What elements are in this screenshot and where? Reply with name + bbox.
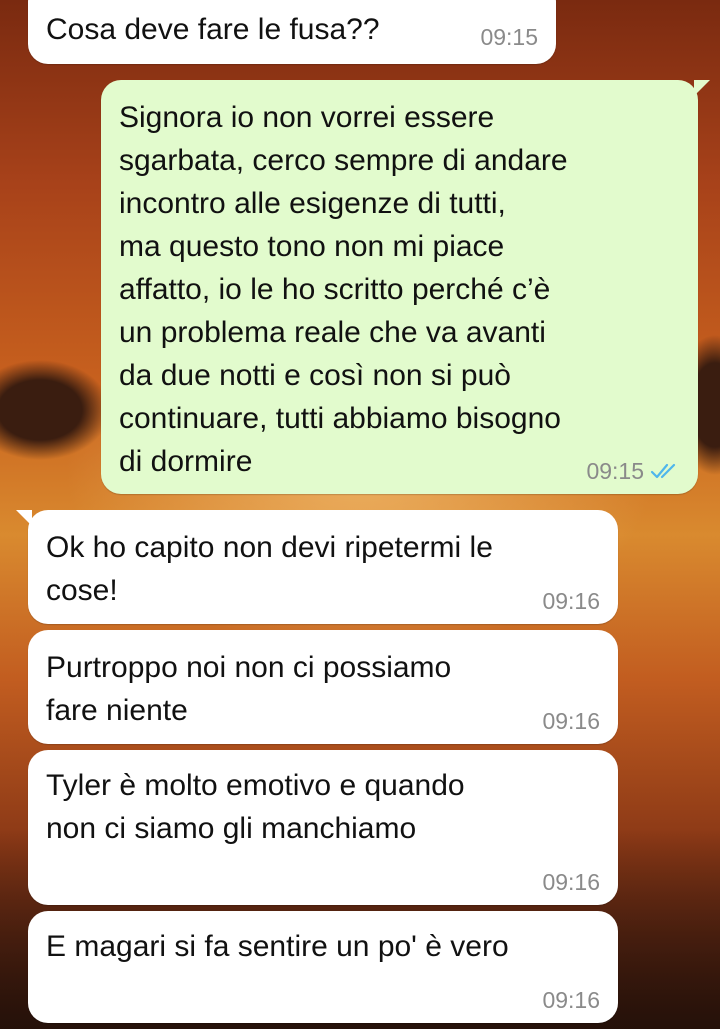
message-meta: 09:16 (542, 588, 600, 614)
message-time: 09:16 (542, 869, 600, 895)
message-text: Tyler è molto emotivo e quando non ci si… (46, 769, 465, 845)
message-bubble-incoming[interactable]: Ok ho capito non devi ripetermi le cose!… (16, 510, 618, 624)
message-bubble-incoming[interactable]: E magari si fa sentire un po' è vero 09:… (28, 911, 618, 1023)
message-time: 09:15 (480, 24, 538, 50)
message-time: 09:16 (542, 987, 600, 1013)
message-bubble-incoming[interactable]: Tyler è molto emotivo e quando non ci si… (28, 750, 618, 905)
message-meta: 09:16 (542, 987, 600, 1013)
message-text: Cosa deve fare le fusa?? (46, 13, 380, 46)
message-time: 09:16 (542, 708, 600, 734)
message-list[interactable]: Cosa deve fare le fusa?? 09:15 Signora i… (0, 0, 720, 1029)
message-text: Ok ho capito non devi ripetermi le cose! (46, 531, 493, 607)
message-time: 09:15 (586, 458, 644, 484)
message-bubble-outgoing[interactable]: Signora io non vorrei essere sgarbata, c… (101, 80, 710, 494)
double-check-read-icon (650, 463, 676, 479)
message-meta: 09:15 (586, 458, 680, 484)
message-meta: 09:15 (480, 24, 538, 50)
message-text: Purtroppo noi non ci possiamo fare nient… (46, 651, 452, 727)
bubble-tail (694, 80, 710, 96)
message-time: 09:16 (542, 588, 600, 614)
message-text: Signora io non vorrei essere sgarbata, c… (119, 101, 568, 478)
message-text: E magari si fa sentire un po' è vero (46, 930, 509, 963)
message-meta: 09:16 (542, 708, 600, 734)
bubble-tail (16, 510, 32, 526)
message-bubble-incoming[interactable]: Purtroppo noi non ci possiamo fare nient… (28, 630, 618, 744)
message-bubble-incoming[interactable]: Cosa deve fare le fusa?? 09:15 (28, 0, 556, 64)
message-meta: 09:16 (542, 869, 600, 895)
